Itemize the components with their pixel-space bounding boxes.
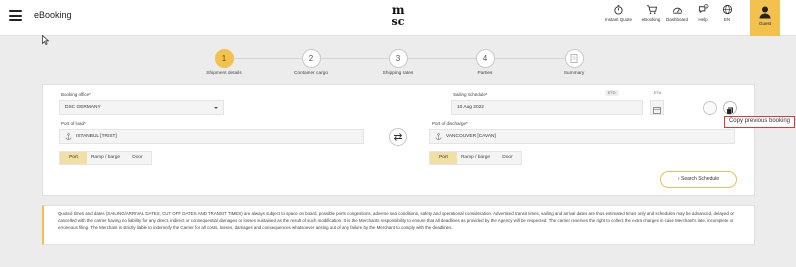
port-of-load-label: Port of load* bbox=[61, 121, 86, 126]
document-icon bbox=[570, 54, 578, 63]
copy-previous-booking-tooltip: Copy previous booking bbox=[724, 116, 795, 128]
nav-help[interactable]: 0 Help bbox=[690, 4, 716, 22]
step-label: Parties bbox=[477, 71, 493, 76]
booking-office-select[interactable]: DSC GERMANY bbox=[59, 100, 224, 115]
help-chat-icon: 0 bbox=[698, 4, 708, 14]
guest-label: Guest bbox=[758, 21, 771, 26]
sailing-date-value: 10 Aug 2022 bbox=[457, 105, 484, 110]
port-of-discharge-value: VANCOUVER [CAVAN] bbox=[446, 134, 496, 139]
nav-dashboard[interactable]: Dashboard bbox=[664, 4, 690, 22]
step-parties[interactable]: 4 Parties bbox=[450, 49, 520, 76]
step-shipping-rates[interactable]: 3 Shipping rates bbox=[363, 49, 433, 76]
port-of-discharge-label: Port of discharge* bbox=[432, 121, 468, 126]
nav-language[interactable]: EN bbox=[714, 4, 740, 22]
top-header: eBooking m sc Instant Quote eBooking Das… bbox=[0, 0, 796, 36]
sailing-date-input[interactable]: 10 Aug 2022 bbox=[451, 100, 643, 115]
guest-user-button[interactable]: Guest bbox=[750, 0, 780, 36]
step-container-cargo[interactable]: 2 Container cargo bbox=[276, 49, 346, 76]
step-label: Summary bbox=[563, 71, 585, 76]
load-mode-door[interactable]: Door bbox=[124, 152, 151, 164]
mouse-cursor-icon bbox=[42, 35, 49, 45]
calendar-icon bbox=[653, 107, 661, 114]
search-schedule-label: Search Schedule bbox=[680, 176, 720, 182]
cart-icon bbox=[646, 5, 657, 14]
app-title: eBooking bbox=[34, 10, 72, 20]
discharge-mode-door[interactable]: Door bbox=[494, 152, 521, 164]
step-number: 3 bbox=[388, 49, 408, 68]
port-of-discharge-input[interactable]: VANCOUVER [CAVAN] bbox=[429, 129, 735, 144]
swap-ports-button[interactable] bbox=[389, 128, 407, 146]
logo-text-bottom: sc bbox=[391, 15, 405, 28]
anchor-icon bbox=[435, 133, 442, 140]
swap-arrows-icon bbox=[393, 133, 403, 141]
step-label: Shipping rates bbox=[382, 71, 414, 76]
search-schedule-button[interactable]: › Search Schedule bbox=[660, 171, 737, 188]
booking-office-value: DSC GERMANY bbox=[65, 105, 101, 110]
user-icon bbox=[759, 6, 771, 19]
load-mode-port[interactable]: Port bbox=[60, 152, 87, 164]
booking-office-label: Booking office* bbox=[61, 92, 91, 97]
discharge-mode-port[interactable]: Port bbox=[430, 152, 457, 164]
nav-label: Help bbox=[698, 17, 708, 22]
menu-icon[interactable] bbox=[9, 10, 22, 21]
step-summary[interactable]: Summary bbox=[539, 49, 609, 76]
port-of-load-value: ISTANBUL [TRIST] bbox=[76, 134, 117, 139]
nav-label: Dashboard bbox=[665, 17, 688, 22]
globe-icon bbox=[722, 4, 732, 15]
nav-instant-quote[interactable]: Instant Quote bbox=[605, 4, 633, 22]
anchor-icon bbox=[65, 133, 72, 140]
sailing-schedule-label: Sailing schedule* bbox=[453, 92, 488, 97]
disclaimer-notice: Quoted times and dates (SAILING/ARRIVAL … bbox=[42, 205, 755, 245]
step-shipment-details[interactable]: 1 Shipment details bbox=[189, 49, 259, 76]
step-number: 4 bbox=[475, 49, 495, 68]
nav-label: EN bbox=[723, 17, 731, 22]
shipment-details-panel: Booking office* DSC GERMANY Sailing sche… bbox=[42, 84, 755, 196]
discharge-mode-ramp-barge[interactable]: Ramp / barge bbox=[457, 152, 494, 164]
copy-icon bbox=[726, 107, 733, 115]
dashboard-icon bbox=[672, 7, 682, 14]
step-number: 1 bbox=[214, 49, 234, 68]
stopwatch-icon bbox=[613, 4, 623, 15]
load-mode-selector: Port Ramp / barge Door bbox=[59, 151, 152, 165]
company-logo[interactable]: m sc bbox=[387, 4, 409, 30]
copy-previous-booking-button[interactable] bbox=[723, 101, 737, 115]
eta-toggle[interactable]: ETA bbox=[654, 91, 661, 95]
calendar-button[interactable] bbox=[650, 100, 664, 115]
clear-circle-button[interactable] bbox=[703, 101, 717, 115]
discharge-mode-selector: Port Ramp / barge Door bbox=[429, 151, 522, 165]
nav-label: Instant Quote bbox=[605, 17, 633, 22]
step-label: Shipment details bbox=[206, 71, 242, 76]
step-label: Container cargo bbox=[293, 71, 329, 76]
port-of-load-input[interactable]: ISTANBUL [TRIST] bbox=[59, 129, 364, 144]
step-summary-circle bbox=[564, 49, 584, 68]
etd-toggle[interactable]: ETD bbox=[605, 90, 619, 96]
nav-ebooking[interactable]: eBooking bbox=[638, 4, 664, 22]
nav-label: eBooking bbox=[641, 17, 661, 22]
chevron-right-icon: › bbox=[677, 176, 680, 182]
load-mode-ramp-barge[interactable]: Ramp / barge bbox=[87, 152, 124, 164]
step-number: 2 bbox=[301, 49, 321, 68]
chevron-down-icon bbox=[214, 107, 218, 109]
